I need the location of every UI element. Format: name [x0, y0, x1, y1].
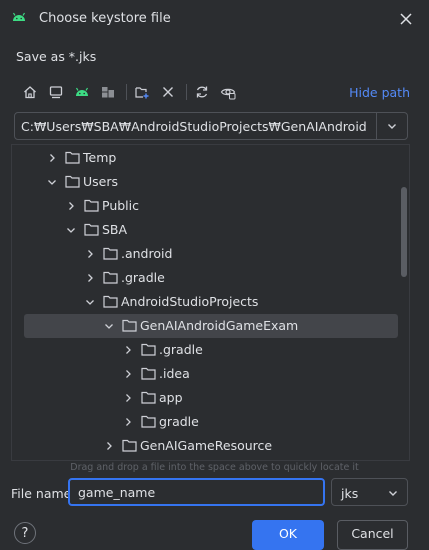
tree-row[interactable]: .gradle: [12, 266, 397, 290]
desktop-icon[interactable]: [44, 80, 68, 104]
tree-item-label: app: [159, 390, 183, 405]
chevron-right-icon[interactable]: [46, 152, 58, 164]
tree-item-label: .gradle: [121, 270, 165, 285]
folder-icon: [65, 151, 80, 164]
folder-icon: [141, 343, 156, 356]
hide-path-link[interactable]: Hide path: [349, 85, 410, 100]
tree-row[interactable]: AndroidStudioProjects: [12, 290, 397, 314]
folder-icon: [84, 199, 99, 212]
chevron-down-icon[interactable]: [377, 113, 407, 139]
folder-icon: [122, 319, 137, 332]
delete-icon[interactable]: [156, 80, 180, 104]
extension-select[interactable]: jks: [331, 478, 408, 506]
file-name-input[interactable]: [68, 478, 325, 506]
android-project-icon[interactable]: [70, 80, 94, 104]
tree-row[interactable]: .android: [12, 242, 397, 266]
tree-scrollbar[interactable]: [401, 187, 407, 277]
folder-icon: [103, 247, 118, 260]
folder-icon: [141, 415, 156, 428]
tree-row[interactable]: Users: [12, 170, 397, 194]
file-name-label: File name:: [11, 486, 76, 501]
dialog-description: Save as *.jks: [16, 49, 97, 64]
ok-button[interactable]: OK: [252, 520, 324, 550]
folder-icon: [84, 223, 99, 236]
chevron-down-icon[interactable]: [65, 224, 77, 236]
chevron-right-icon[interactable]: [65, 200, 77, 212]
folder-icon: [141, 367, 156, 380]
tree-item-label: gradle: [159, 414, 199, 429]
tree-item-label: GenAIGameResource: [140, 438, 273, 453]
cancel-button[interactable]: Cancel: [337, 520, 408, 550]
tree-row[interactable]: Temp: [12, 146, 397, 170]
chevron-right-icon[interactable]: [122, 368, 134, 380]
tree-row[interactable]: .idea: [12, 362, 397, 386]
tree-row[interactable]: SBA: [12, 218, 397, 242]
chevron-down-icon[interactable]: [103, 320, 115, 332]
path-input[interactable]: C:₩Users₩SBA₩AndroidStudioProjects₩GenAI…: [21, 119, 367, 134]
drag-drop-hint: Drag and drop a file into the space abov…: [70, 462, 359, 473]
tree-row[interactable]: app: [12, 386, 397, 410]
show-hidden-icon[interactable]: [216, 80, 240, 104]
tree-item-label: Public: [102, 198, 139, 213]
new-folder-icon[interactable]: [130, 80, 154, 104]
chevron-right-icon[interactable]: [122, 392, 134, 404]
chevron-right-icon[interactable]: [84, 248, 96, 260]
tree-item-label: AndroidStudioProjects: [121, 294, 259, 309]
tree-row[interactable]: GenAIGameResource: [12, 434, 397, 458]
close-icon[interactable]: [398, 11, 414, 27]
folder-icon: [122, 439, 137, 452]
file-tree[interactable]: Temp Users Public SBA .android .gradle A…: [11, 144, 410, 461]
folder-icon: [65, 175, 80, 188]
tree-item-label: GenAIAndroidGameExam: [140, 318, 299, 333]
title-bar: Choose keystore file: [0, 0, 429, 38]
help-button[interactable]: ?: [14, 522, 36, 544]
toolbar: Hide path: [14, 80, 414, 106]
tree-item-label: .idea: [159, 366, 190, 381]
tree-item-label: Users: [83, 174, 119, 189]
tree-row-selected[interactable]: GenAIAndroidGameExam: [24, 314, 398, 338]
chevron-right-icon[interactable]: [122, 344, 134, 356]
chevron-right-icon[interactable]: [122, 416, 134, 428]
tree-row[interactable]: Public: [12, 194, 397, 218]
tree-item-label: .gradle: [159, 342, 203, 357]
chevron-down-icon[interactable]: [84, 296, 96, 308]
tree-item-label: Temp: [83, 150, 117, 165]
tree-item-label: SBA: [102, 222, 128, 237]
path-combobox[interactable]: C:₩Users₩SBA₩AndroidStudioProjects₩GenAI…: [14, 112, 408, 140]
folder-icon: [141, 391, 156, 404]
tree-item-label: .android: [121, 246, 173, 261]
module-icon[interactable]: [96, 80, 120, 104]
tree-row[interactable]: gradle: [12, 410, 397, 434]
extension-value: jks: [341, 486, 359, 501]
window-title: Choose keystore file: [39, 11, 171, 26]
chevron-down-icon: [387, 487, 399, 502]
toolbar-separator: [126, 84, 127, 100]
home-icon[interactable]: [18, 80, 42, 104]
chevron-right-icon[interactable]: [84, 272, 96, 284]
android-icon: [12, 11, 26, 26]
toolbar-separator: [186, 84, 187, 100]
chevron-down-icon[interactable]: [46, 176, 58, 188]
refresh-icon[interactable]: [190, 80, 214, 104]
chevron-right-icon[interactable]: [103, 440, 115, 452]
tree-row[interactable]: .gradle: [12, 338, 397, 362]
folder-icon: [103, 295, 118, 308]
folder-icon: [103, 271, 118, 284]
